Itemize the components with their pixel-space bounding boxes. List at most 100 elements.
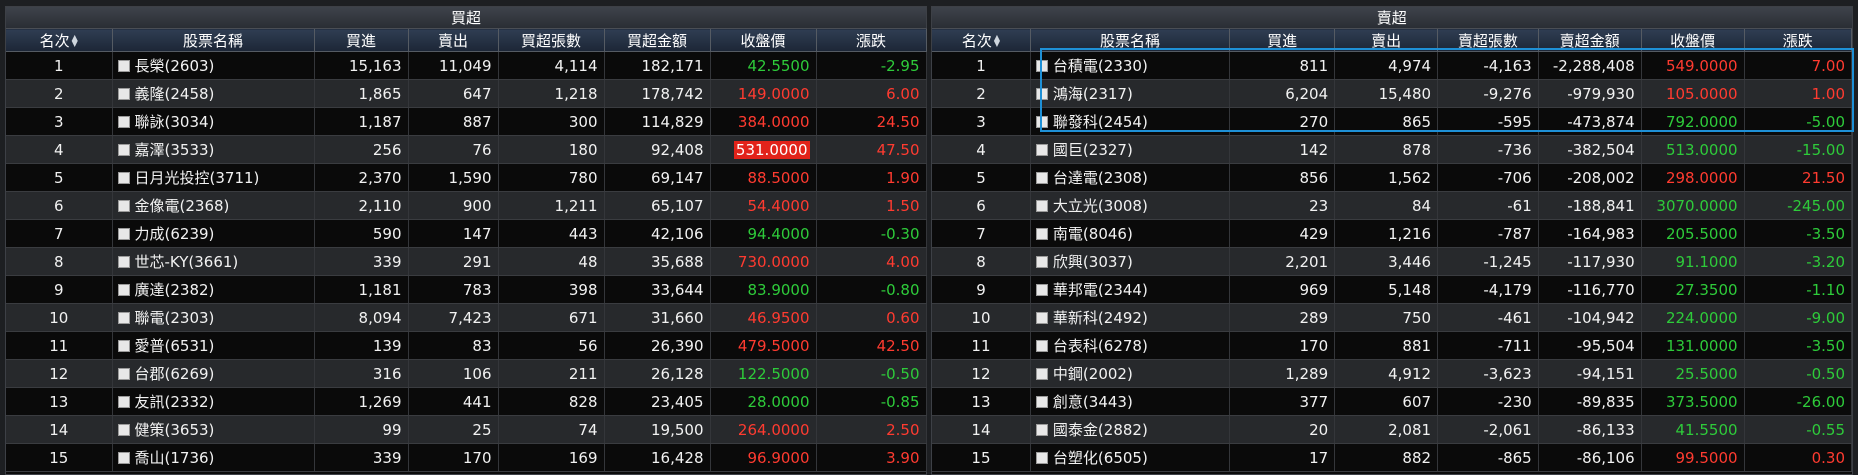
table-row[interactable]: 8 欣興(3037) 2,201 3,446 -1,245 -117,930 91.1000… [932, 247, 1853, 276]
table-row[interactable]: 12 台郡(6269) 316 106 211 26,128 122.5000 -0.50 [6, 359, 927, 388]
table-row[interactable]: 14 國泰金(2882) 20 2,081 -2,061 -86,133 41.5500 -0… [932, 415, 1853, 444]
table-row[interactable]: 5 台達電(2308) 856 1,562 -706 -208,002 298.0000 21… [932, 163, 1853, 192]
table-row[interactable]: 9 華邦電(2344) 969 5,148 -4,179 -116,770 27.3500 -… [932, 275, 1853, 304]
row-checkbox[interactable] [117, 200, 130, 212]
table-row[interactable]: 11 愛普(6531) 139 83 56 26,390 479.5000 42.50 [6, 331, 927, 360]
col-header-rank[interactable]: 名次 ▲ ▼ [6, 28, 113, 52]
row-checkbox[interactable] [1035, 452, 1048, 464]
row-checkbox[interactable] [117, 144, 130, 156]
net-amount-cell: 65,107 [604, 191, 711, 220]
buy-volume-cell: 99 [314, 415, 409, 444]
net-volume-cell: 56 [498, 331, 605, 360]
col-header-sell[interactable]: 賣出 [1334, 28, 1439, 52]
col-header-rank[interactable]: 名次 ▲ ▼ [932, 28, 1031, 52]
row-checkbox[interactable] [117, 452, 130, 464]
row-checkbox[interactable] [1035, 116, 1048, 128]
table-row[interactable]: 9 廣達(2382) 1,181 783 398 33,644 83.9000 -0.80 [6, 275, 927, 304]
buy-volume-cell: 289 [1229, 303, 1336, 332]
row-checkbox[interactable] [117, 396, 130, 408]
row-checkbox[interactable] [117, 172, 130, 184]
col-header-amount[interactable]: 賣超金額 [1538, 28, 1642, 52]
col-header-name[interactable]: 股票名稱 [1030, 28, 1231, 52]
row-checkbox[interactable] [117, 60, 130, 72]
rank-cell: 10 [932, 303, 1031, 332]
table-row[interactable]: 10 華新科(2492) 289 750 -461 -104,942 224.0000 -9.… [932, 303, 1853, 332]
stock-name: 台積電(2330) [1052, 57, 1148, 75]
table-row[interactable]: 3 聯發科(2454) 270 865 -595 -473,874 792.0000 -5.0… [932, 107, 1853, 136]
row-checkbox[interactable] [1035, 368, 1048, 380]
sell-volume-cell: 83 [408, 331, 499, 360]
stock-name: 喬山(1736) [134, 449, 215, 467]
table-row[interactable]: 4 嘉澤(3533) 256 76 180 92,408 531.0000 47.50 [6, 135, 927, 164]
row-checkbox[interactable] [1035, 60, 1048, 72]
row-checkbox[interactable] [117, 312, 130, 324]
table-row[interactable]: 1 台積電(2330) 811 4,974 -4,163 -2,288,408 549.00… [932, 51, 1853, 80]
table-row[interactable]: 11 台表科(6278) 170 881 -711 -95,504 131.0000 -3.5… [932, 331, 1853, 360]
row-checkbox[interactable] [117, 368, 130, 380]
buy-volume-cell: 142 [1229, 135, 1336, 164]
col-header-change[interactable]: 漲跌 [1744, 28, 1853, 52]
row-checkbox[interactable] [117, 88, 130, 100]
table-row[interactable]: 6 大立光(3008) 23 84 -61 -188,841 3070.0000 -245.0… [932, 191, 1853, 220]
col-header-amount[interactable]: 買超金額 [604, 28, 711, 52]
price-change: -0.50 [880, 364, 920, 383]
col-header-change[interactable]: 漲跌 [816, 28, 927, 52]
table-row[interactable]: 10 聯電(2303) 8,094 7,423 671 31,660 46.9500 0.60 [6, 303, 927, 332]
table-row[interactable]: 2 義隆(2458) 1,865 647 1,218 178,742 149.0000 6.0… [6, 79, 927, 108]
rank-cell: 11 [6, 331, 113, 360]
row-checkbox[interactable] [1035, 340, 1048, 352]
sort-icon[interactable]: ▲ ▼ [72, 34, 78, 48]
row-checkbox[interactable] [1035, 144, 1048, 156]
row-checkbox[interactable] [1035, 228, 1048, 240]
table-row[interactable]: 4 國巨(2327) 142 878 -736 -382,504 513.0000 -15.0… [932, 135, 1853, 164]
row-checkbox[interactable] [1035, 256, 1048, 268]
net-volume-cell: -706 [1437, 163, 1539, 192]
stock-name: 華邦電(2344) [1052, 281, 1148, 299]
rank-cell: 2 [932, 79, 1031, 108]
price-change-cell: 24.50 [816, 107, 927, 136]
col-header-close[interactable]: 收盤價 [1641, 28, 1745, 52]
row-checkbox[interactable] [1035, 284, 1048, 296]
table-row[interactable]: 7 南電(8046) 429 1,216 -787 -164,983 205.5000 -3.… [932, 219, 1853, 248]
row-checkbox[interactable] [117, 340, 130, 352]
row-checkbox[interactable] [117, 424, 130, 436]
table-row[interactable]: 15 喬山(1736) 339 170 169 16,428 96.9000 3.90 [6, 443, 927, 472]
row-checkbox[interactable] [1035, 396, 1048, 408]
price-change: -0.85 [880, 392, 920, 411]
col-header-sell[interactable]: 賣出 [408, 28, 499, 52]
table-row[interactable]: 13 創意(3443) 377 607 -230 -89,835 373.5000 -26.0… [932, 387, 1853, 416]
table-row[interactable]: 7 力成(6239) 590 147 443 42,106 94.4000 -0.30 [6, 219, 927, 248]
col-header-close[interactable]: 收盤價 [710, 28, 817, 52]
net-volume-cell: 211 [498, 359, 605, 388]
row-checkbox[interactable] [117, 256, 130, 268]
row-checkbox[interactable] [1035, 172, 1048, 184]
table-row[interactable]: 5 日月光投控(3711) 2,370 1,590 780 69,147 88.5000 1.… [6, 163, 927, 192]
table-row[interactable]: 8 世芯-KY(3661) 339 291 48 35,688 730.0000 4.00 [6, 247, 927, 276]
close-price-cell: 513.0000 [1641, 135, 1745, 164]
table-row[interactable]: 15 台塑化(6505) 17 882 -865 -86,106 99.5000 0.30 [932, 443, 1853, 472]
table-row[interactable]: 2 鴻海(2317) 6,204 15,480 -9,276 -979,930 105.00… [932, 79, 1853, 108]
table-row[interactable]: 1 長榮(2603) 15,163 11,049 4,114 182,171 42.5500… [6, 51, 927, 80]
table-row[interactable]: 6 金像電(2368) 2,110 900 1,211 65,107 54.4000 1.50 [6, 191, 927, 220]
col-header-net[interactable]: 賣超張數 [1437, 28, 1539, 52]
row-checkbox[interactable] [1035, 424, 1048, 436]
row-checkbox[interactable] [1035, 200, 1048, 212]
row-checkbox[interactable] [1035, 88, 1048, 100]
stock-name-cell: 愛普(6531) [112, 331, 315, 360]
row-checkbox[interactable] [117, 116, 130, 128]
col-header-name[interactable]: 股票名稱 [112, 28, 315, 52]
col-header-net[interactable]: 買超張數 [498, 28, 605, 52]
sort-icon[interactable]: ▲ ▼ [994, 34, 1000, 48]
stock-name-cell: 台積電(2330) [1030, 51, 1231, 80]
buy-volume-cell: 2,110 [314, 191, 409, 220]
table-row[interactable]: 14 健策(3653) 99 25 74 19,500 264.0000 2.50 [6, 415, 927, 444]
col-header-buy[interactable]: 買進 [314, 28, 409, 52]
row-checkbox[interactable] [1035, 312, 1048, 324]
row-checkbox[interactable] [117, 228, 130, 240]
row-checkbox[interactable] [117, 284, 130, 296]
table-row[interactable]: 12 中鋼(2002) 1,289 4,912 -3,623 -94,151 25.5000… [932, 359, 1853, 388]
table-row[interactable]: 3 聯詠(3034) 1,187 887 300 114,829 384.0000 24.50 [6, 107, 927, 136]
net-amount-cell: 31,660 [604, 303, 711, 332]
table-row[interactable]: 13 友訊(2332) 1,269 441 828 23,405 28.0000 -0.85 [6, 387, 927, 416]
col-header-buy[interactable]: 買進 [1229, 28, 1336, 52]
